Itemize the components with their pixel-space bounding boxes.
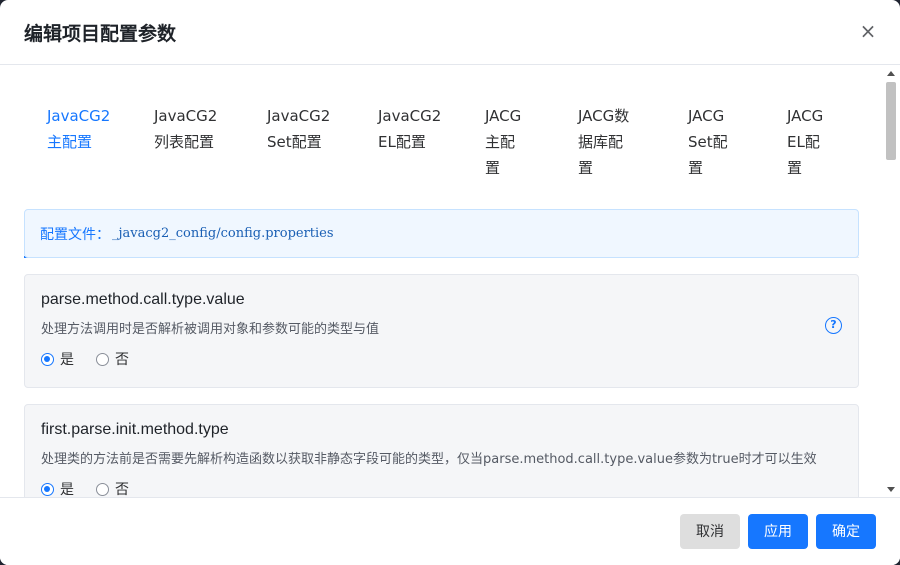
tab-label-line: JACG [688, 107, 725, 125]
radio-label: 否 [115, 352, 129, 368]
tab-label-line: JACG数 [578, 107, 630, 125]
tab-jacg-database[interactable]: JACG数 据库配 置 [578, 103, 629, 181]
tab-label-line: Set配 [688, 133, 728, 151]
tab-label-line: 据库配 [578, 133, 624, 151]
dialog-title: 编辑项目配置参数 [24, 23, 177, 45]
tab-jacg-main[interactable]: JACG 主配 置 [485, 103, 521, 181]
radio-label: 是 [60, 352, 74, 368]
param-card: first.parse.init.method.type 处理类的方法前是否需要… [24, 404, 859, 497]
tab-label-line: 主配 [485, 133, 516, 151]
tab-javacg2-main[interactable]: JavaCG2 主配置 [47, 103, 110, 155]
close-icon[interactable]: × [858, 20, 878, 42]
confirm-button[interactable]: 确定 [816, 514, 876, 549]
param-card: parse.method.call.type.value 处理方法调用时是否解析… [24, 274, 859, 388]
tab-label-line: 列表配置 [154, 133, 215, 151]
edit-project-config-dialog: 编辑项目配置参数 × JavaCG2 主配置 JavaCG2 列表配置 Java… [0, 0, 900, 565]
radio-label: 否 [115, 482, 129, 497]
tab-label-line: EL配置 [378, 133, 426, 151]
tab-label-line: 置 [485, 159, 501, 177]
apply-button[interactable]: 应用 [748, 514, 808, 549]
radio-label: 是 [60, 482, 74, 497]
tab-label-line: JavaCG2 [47, 107, 111, 125]
tab-label-line: JACG [787, 107, 824, 125]
radio-yes[interactable]: 是 [41, 479, 74, 497]
tab-label-line: 置 [688, 159, 704, 177]
tab-label-line: 置 [578, 159, 594, 177]
radio-checked-icon[interactable] [41, 482, 54, 496]
tab-label-line: 主配置 [47, 133, 93, 151]
tab-label-line: Set配置 [267, 133, 322, 151]
radio-no[interactable]: 否 [96, 479, 129, 497]
radio-checked-icon[interactable] [41, 352, 54, 366]
dialog-header: 编辑项目配置参数 × [0, 0, 900, 65]
tab-jacg-set[interactable]: JACG Set配 置 [688, 103, 728, 181]
radio-unchecked-icon[interactable] [96, 482, 109, 496]
param-description: 处理类的方法前是否需要先解析构造函数以获取非静态字段可能的类型，仅当parse.… [41, 452, 817, 467]
dialog-footer: 取消 应用 确定 [0, 497, 900, 565]
scroll-down-icon[interactable] [887, 487, 895, 492]
config-file-path: _javacg2_config/config.properties [112, 226, 334, 241]
tab-javacg2-list[interactable]: JavaCG2 列表配置 [154, 103, 217, 155]
config-file-label: 配置文件： [40, 226, 110, 243]
cancel-button[interactable]: 取消 [680, 514, 740, 549]
tab-label-line: JavaCG2 [154, 107, 218, 125]
tab-label-line: JavaCG2 [378, 107, 442, 125]
help-icon[interactable]: ? [825, 317, 842, 334]
tab-label-line: EL配 [787, 133, 820, 151]
config-file-info: 配置文件： _javacg2_config/config.properties [24, 209, 859, 258]
param-description: 处理方法调用时是否解析被调用对象和参数可能的类型与值 [41, 322, 380, 337]
param-radio-group: 是 否 [41, 349, 151, 369]
tab-javacg2-set[interactable]: JavaCG2 Set配置 [267, 103, 330, 155]
radio-unchecked-icon[interactable] [96, 352, 109, 366]
radio-yes[interactable]: 是 [41, 349, 74, 369]
scroll-thumb[interactable] [886, 82, 896, 160]
tab-javacg2-el[interactable]: JavaCG2 EL配置 [378, 103, 441, 155]
radio-no[interactable]: 否 [96, 349, 129, 369]
tab-label-line: JavaCG2 [267, 107, 331, 125]
param-name: parse.method.call.type.value [41, 291, 245, 308]
tab-label-line: 置 [787, 159, 803, 177]
tab-label-line: JACG [485, 107, 522, 125]
param-radio-group: 是 否 [41, 479, 151, 497]
scroll-up-icon[interactable] [887, 71, 895, 76]
tab-jacg-el[interactable]: JACG EL配 置 [787, 103, 823, 181]
vertical-scrollbar[interactable] [882, 66, 900, 497]
param-name: first.parse.init.method.type [41, 421, 229, 438]
dialog-body: JavaCG2 主配置 JavaCG2 列表配置 JavaCG2 Set配置 J… [0, 66, 900, 497]
